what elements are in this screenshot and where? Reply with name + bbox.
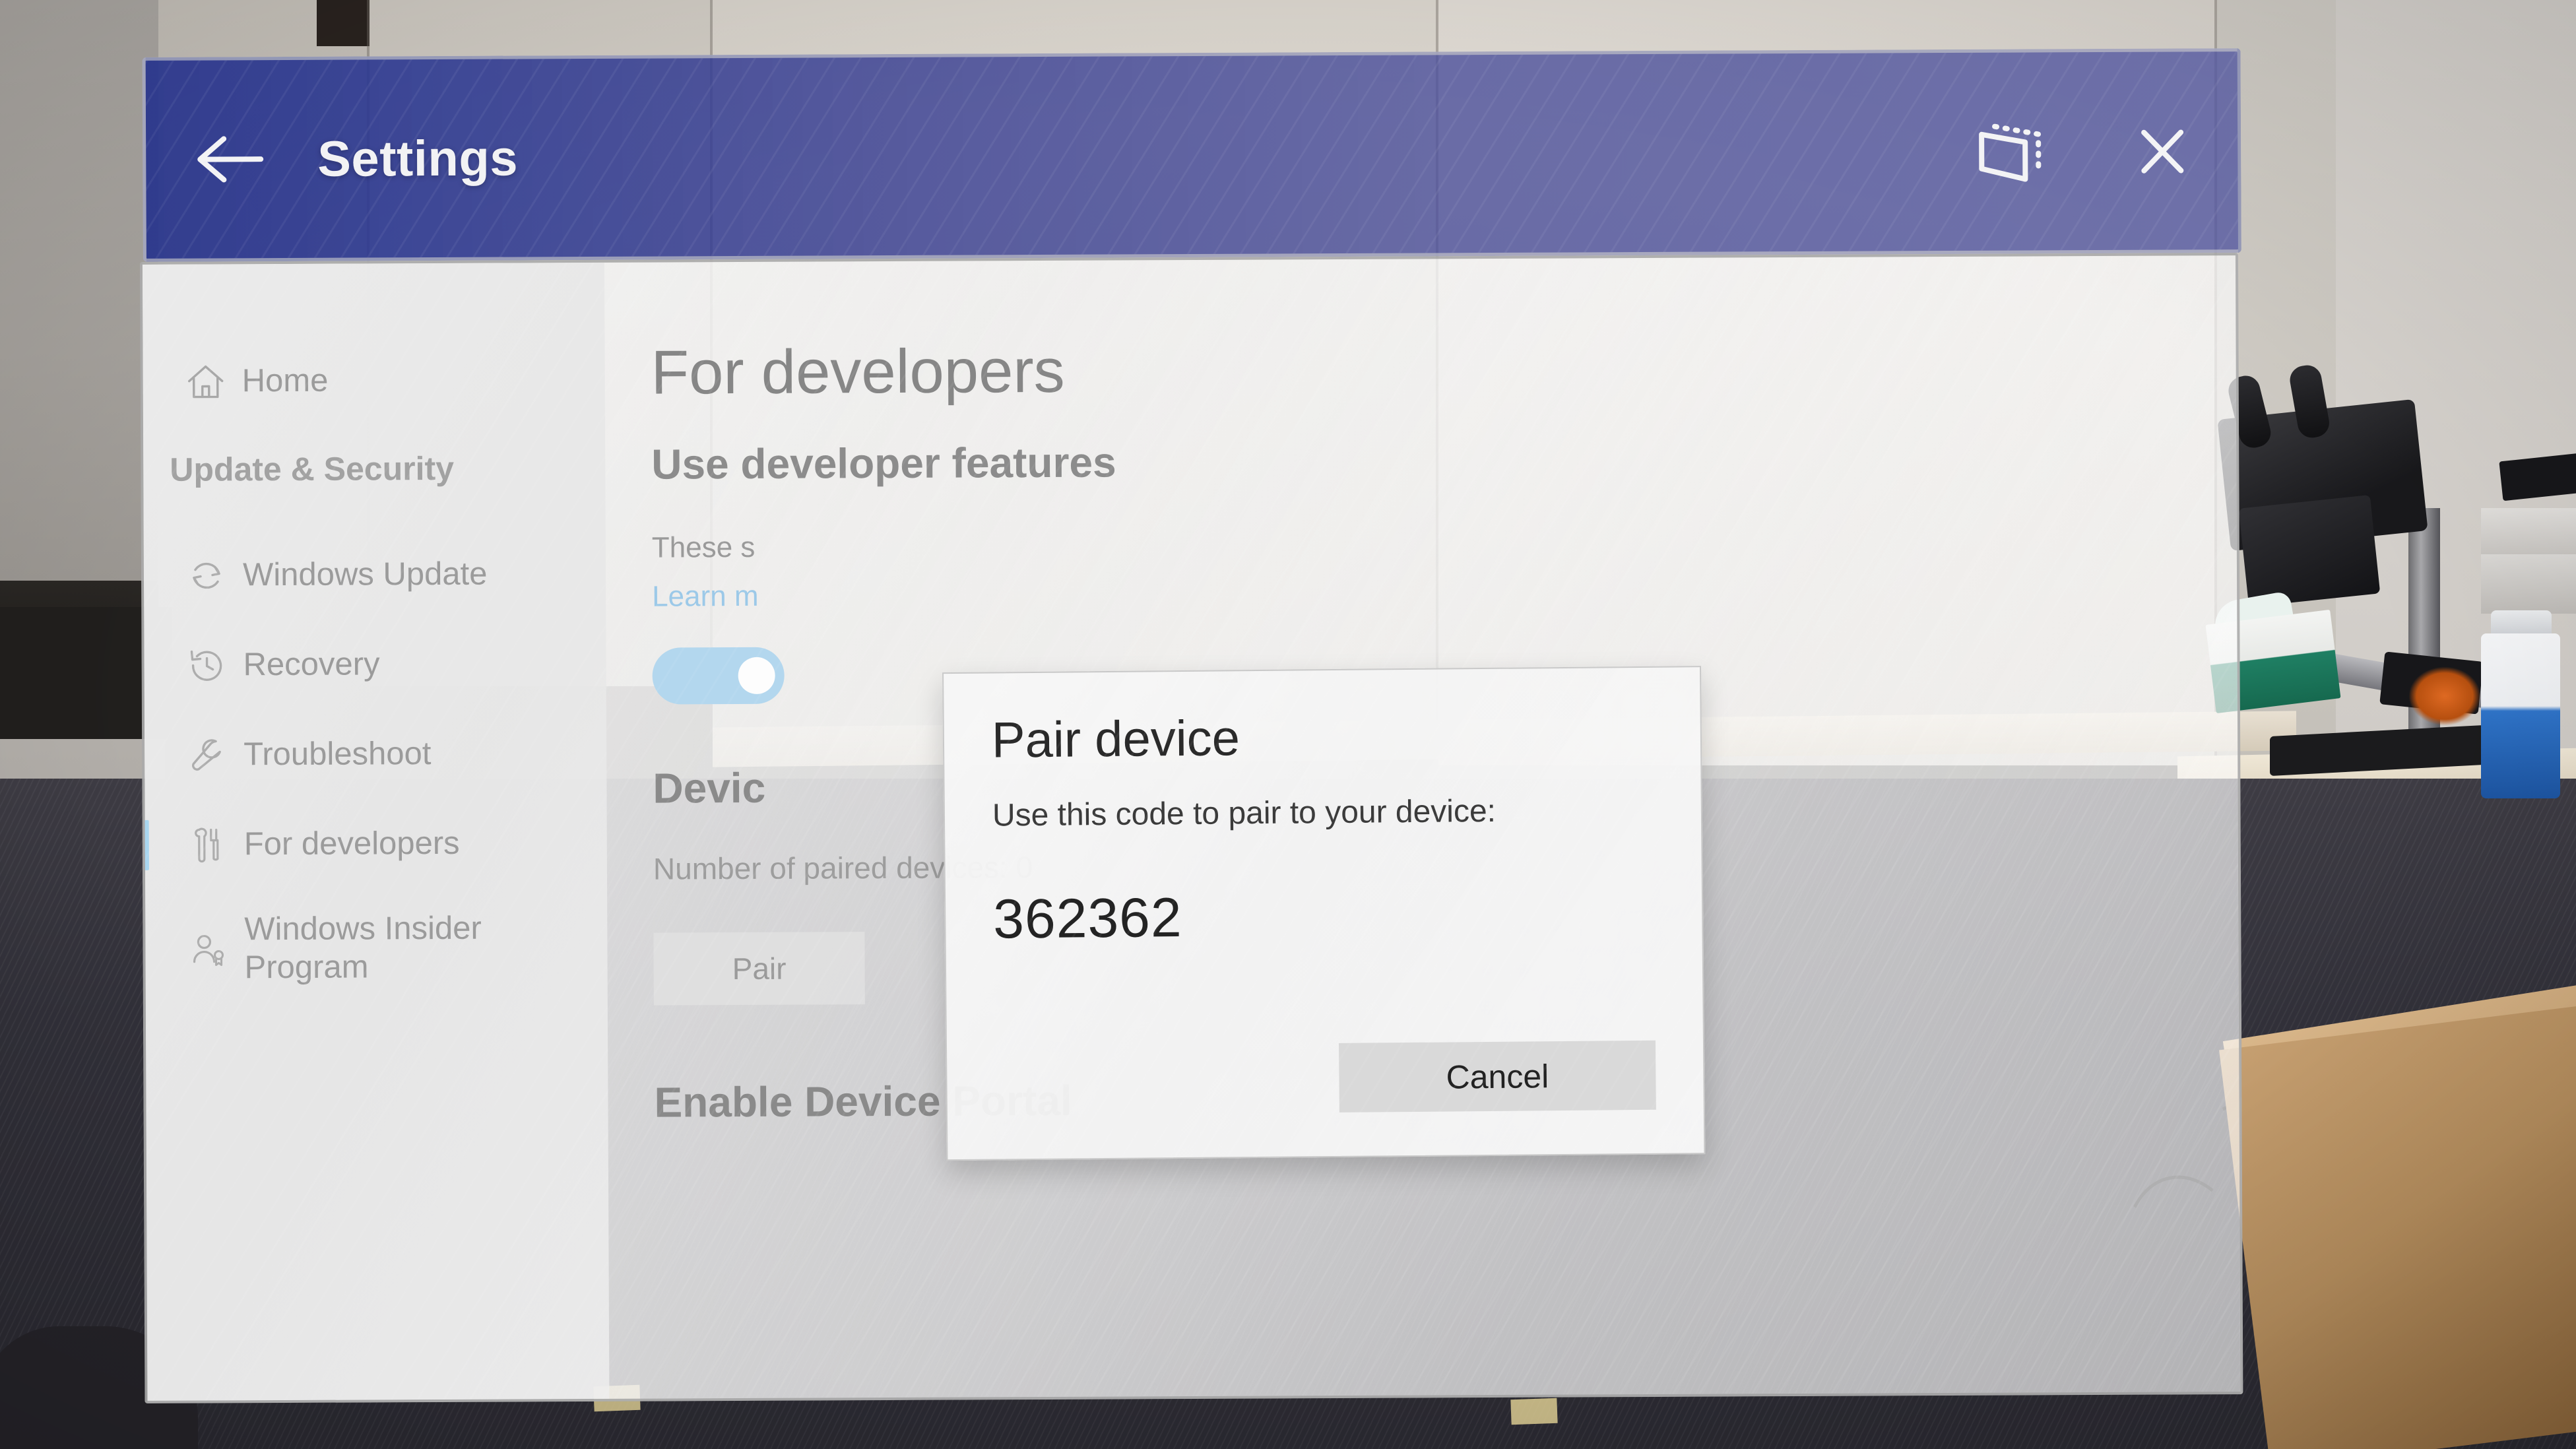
home-icon (170, 361, 242, 402)
refresh-icon (170, 555, 243, 596)
follow-me-button[interactable] (1934, 52, 2086, 251)
back-arrow-icon (197, 136, 264, 183)
spray-bottle (2481, 633, 2560, 798)
window-title: Settings (317, 129, 519, 187)
titlebar-spacer (518, 152, 1934, 158)
sidebar-item-recovery[interactable]: Recovery (144, 619, 606, 711)
sidebar-item-label: Troubleshoot (243, 736, 432, 773)
page-title: For developers (651, 335, 1065, 407)
person-badge-icon (172, 928, 244, 969)
equipment-shelf-top (2481, 508, 2576, 554)
toggle-knob (738, 657, 775, 695)
learn-more-link[interactable]: Learn m (652, 573, 2237, 613)
sidebar-item-home[interactable]: Home (143, 335, 605, 427)
sidebar-item-label: Home (242, 362, 329, 399)
sidebar-item-windows-update[interactable]: Windows Update (144, 529, 606, 621)
sidebar-item-for-developers[interactable]: For developers (139, 798, 607, 890)
use-developer-features-heading: Use developer features (651, 438, 1116, 488)
sidebar-item-label: For developers (243, 825, 460, 862)
developer-mode-toggle[interactable] (652, 647, 785, 705)
microscope-body (2238, 494, 2381, 608)
close-button[interactable] (2086, 51, 2238, 250)
wrench-icon (171, 734, 243, 775)
pair-device-dialog: Pair device Use this code to pair to you… (942, 666, 1706, 1161)
sidebar-item-windows-insider-program[interactable]: Windows Insider Program (145, 888, 608, 1009)
cardboard-box (2219, 1005, 2576, 1449)
sidebar-item-troubleshoot[interactable]: Troubleshoot (145, 709, 607, 800)
orange-cable-coil (2408, 666, 2481, 726)
close-icon (2141, 129, 2184, 174)
cancel-button[interactable]: Cancel (1338, 1040, 1656, 1112)
tape-strip (1510, 1398, 1558, 1425)
dialog-actions: Cancel (1338, 1040, 1656, 1112)
settings-sidebar: Home Update & Security Windows Update Re… (139, 262, 610, 1401)
pairing-code: 362362 (992, 886, 1183, 950)
history-icon (170, 645, 243, 686)
dialog-title: Pair device (991, 710, 1240, 769)
settings-window: Settings Home Update & Security Windows … (139, 48, 2247, 1403)
sidebar-item-label: Recovery (243, 646, 380, 683)
developer-description: These s (651, 531, 756, 564)
follow-me-icon (1979, 123, 2042, 182)
sidebar-item-label: Windows Update (242, 556, 488, 593)
sidebar-item-label: Windows Insider Program (244, 910, 482, 986)
dev-tools-icon (172, 824, 244, 865)
back-button[interactable] (146, 60, 311, 259)
pair-button[interactable]: Pair (653, 932, 865, 1006)
window-title-bar: Settings (142, 48, 2241, 262)
sidebar-section-header: Update & Security (170, 449, 455, 488)
equipment-shelf-bottom (2481, 554, 2576, 614)
dialog-subtitle: Use this code to pair to your device: (992, 793, 1497, 833)
